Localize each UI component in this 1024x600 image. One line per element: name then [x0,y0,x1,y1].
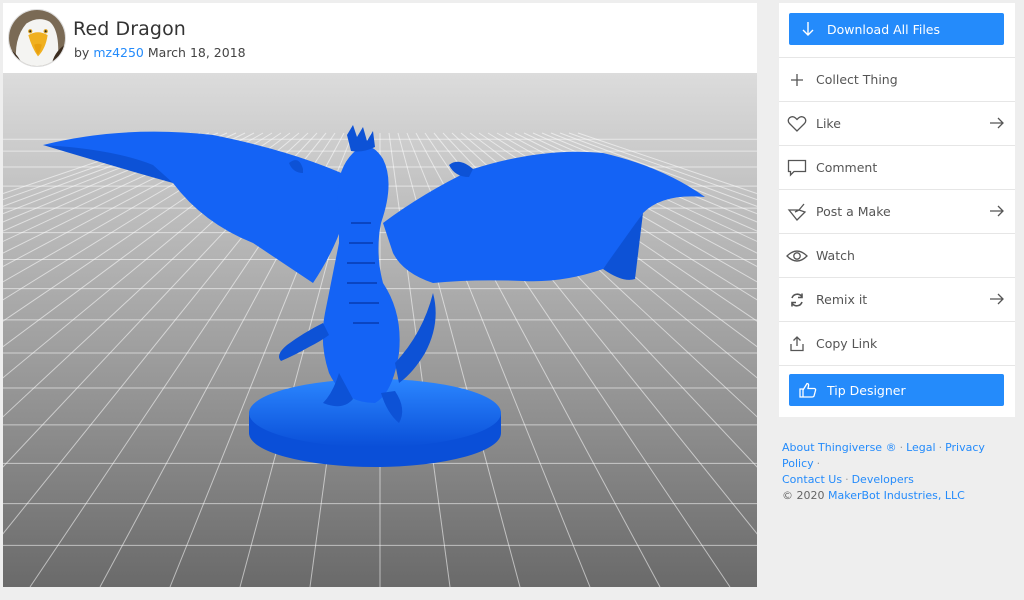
separator-dot: · [845,473,849,486]
comment-button[interactable]: Comment [779,145,1015,189]
eye-icon [779,249,815,263]
download-icon [793,21,823,37]
copy-link-button[interactable]: Copy Link [779,321,1015,365]
download-all-files-button[interactable]: Download All Files [789,13,1004,45]
post-a-make-label: Post a Make [816,204,891,219]
site-footer: About Thingiverse ® · Legal · Privacy Policy… [782,440,1018,504]
thing-byline: by mz4250 March 18, 2018 [74,45,246,60]
tip-designer-label: Tip Designer [827,382,906,398]
thing-title: Red Dragon [73,18,186,40]
thing-header: Red Dragon by mz4250 March 18, 2018 [3,3,757,73]
watch-label: Watch [816,248,855,263]
watch-button[interactable]: Watch [779,233,1015,277]
about-thingiverse-link[interactable]: About Thingiverse ® [782,441,897,454]
publish-date: March 18, 2018 [147,45,246,60]
heart-icon [779,115,815,133]
author-link[interactable]: mz4250 [93,45,144,60]
makerbot-link[interactable]: MakerBot Industries, LLC [828,489,965,502]
by-prefix: by [74,45,90,60]
separator-dot: · [938,441,943,454]
tip-designer-button[interactable]: Tip Designer [789,374,1004,406]
arrow-right-icon [989,291,1005,310]
plus-icon [779,73,815,87]
footer-line-3: © 2020 MakerBot Industries, LLC [782,488,1018,504]
developers-link[interactable]: Developers [852,473,914,486]
thing-card: Red Dragon by mz4250 March 18, 2018 [3,3,757,587]
make-icon [779,202,815,222]
model-viewer[interactable] [3,73,757,587]
remix-it-button[interactable]: Remix it [779,277,1015,321]
comment-label: Comment [816,160,878,175]
separator-dot: · [899,441,904,454]
remix-icon [779,292,815,308]
author-avatar[interactable] [8,9,66,67]
thumbs-up-icon [793,382,823,398]
remix-it-label: Remix it [816,292,868,307]
copy-link-label: Copy Link [816,336,878,351]
separator-dot: · [816,457,821,470]
like-button[interactable]: Like [779,101,1015,145]
arrow-right-icon [989,115,1005,134]
like-label: Like [816,116,841,131]
legal-link[interactable]: Legal [906,441,935,454]
model-render [3,73,757,587]
copyright-text: © 2020 [782,489,825,502]
download-all-files-label: Download All Files [827,21,941,37]
footer-line-2: Contact Us · Developers [782,472,1018,488]
post-a-make-button[interactable]: Post a Make [779,189,1015,233]
comment-icon [779,159,815,177]
collect-thing-button[interactable]: Collect Thing [779,57,1015,101]
footer-line-1: About Thingiverse ® · Legal · Privacy Policy… [782,440,1018,472]
collect-thing-label: Collect Thing [816,72,898,87]
action-panel: Download All Files Collect Thing Like Co… [779,3,1015,417]
arrow-right-icon [989,203,1005,222]
contact-us-link[interactable]: Contact Us [782,473,842,486]
share-icon [779,335,815,352]
eagle-avatar-icon [9,10,65,66]
